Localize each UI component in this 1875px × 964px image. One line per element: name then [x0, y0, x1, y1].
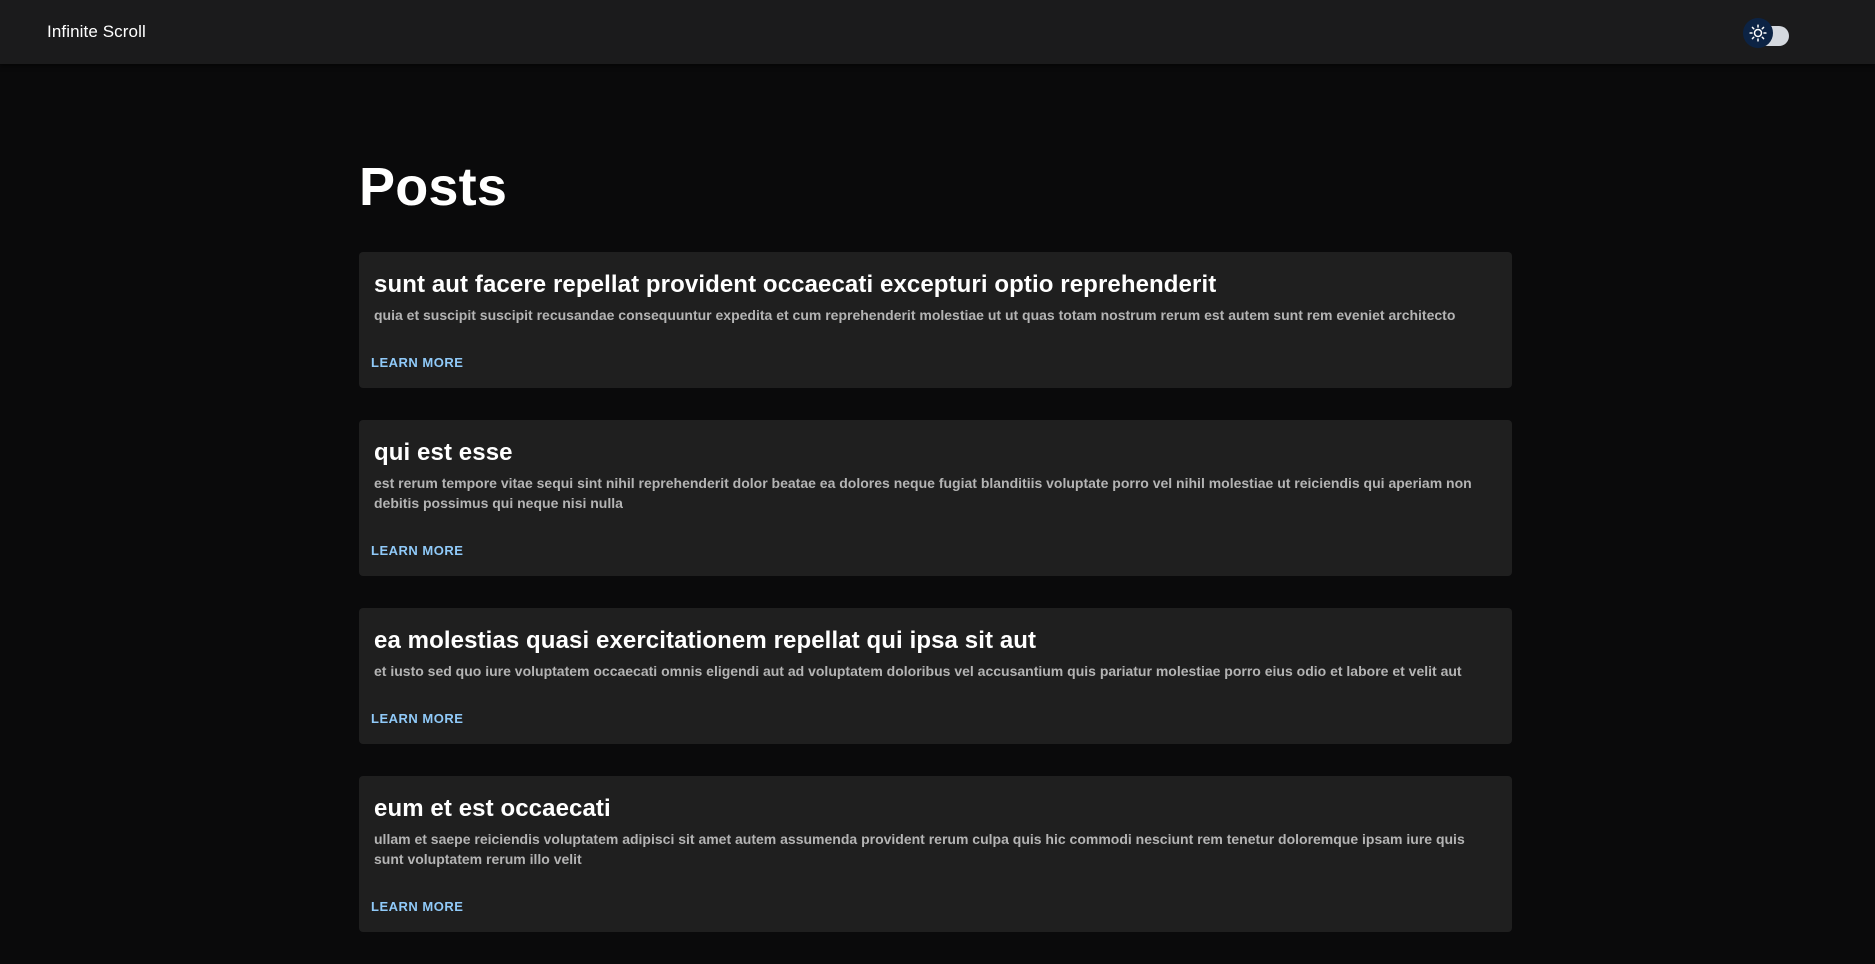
learn-more-button[interactable]: LEARN MORE	[371, 899, 463, 914]
learn-more-button[interactable]: LEARN MORE	[371, 355, 463, 370]
posts-list: sunt aut facere repellat provident occae…	[359, 252, 1512, 932]
sun-icon	[1749, 24, 1767, 42]
post-card: sunt aut facere repellat provident occae…	[359, 252, 1512, 388]
post-body: et iusto sed quo iure voluptatem occaeca…	[374, 663, 1462, 679]
post-title: ea molestias quasi exercitationem repell…	[374, 627, 1037, 654]
post-body: quia et suscipit suscipit recusandae con…	[374, 307, 1456, 323]
page-title: Posts	[359, 157, 508, 217]
toggle-thumb[interactable]	[1743, 18, 1773, 48]
post-title: sunt aut facere repellat provident occae…	[374, 271, 1217, 298]
post-body: est rerum tempore vitae sequi sint nihil…	[374, 475, 1472, 511]
learn-more-button[interactable]: LEARN MORE	[371, 711, 463, 726]
learn-more-button[interactable]: LEARN MORE	[371, 543, 463, 558]
post-title: eum et est occaecati	[374, 795, 611, 822]
main-content: Posts sunt aut facere repellat provident…	[359, 64, 1512, 964]
post-card: ea molestias quasi exercitationem repell…	[359, 608, 1512, 744]
app-title: Infinite Scroll	[47, 22, 146, 41]
post-title: qui est esse	[374, 439, 513, 466]
app-bar: Infinite Scroll	[0, 0, 1875, 64]
post-card: qui est esse est rerum tempore vitae seq…	[359, 420, 1512, 576]
theme-toggle-switch[interactable]	[1743, 16, 1793, 48]
post-body: ullam et saepe reiciendis voluptatem adi…	[374, 831, 1465, 867]
